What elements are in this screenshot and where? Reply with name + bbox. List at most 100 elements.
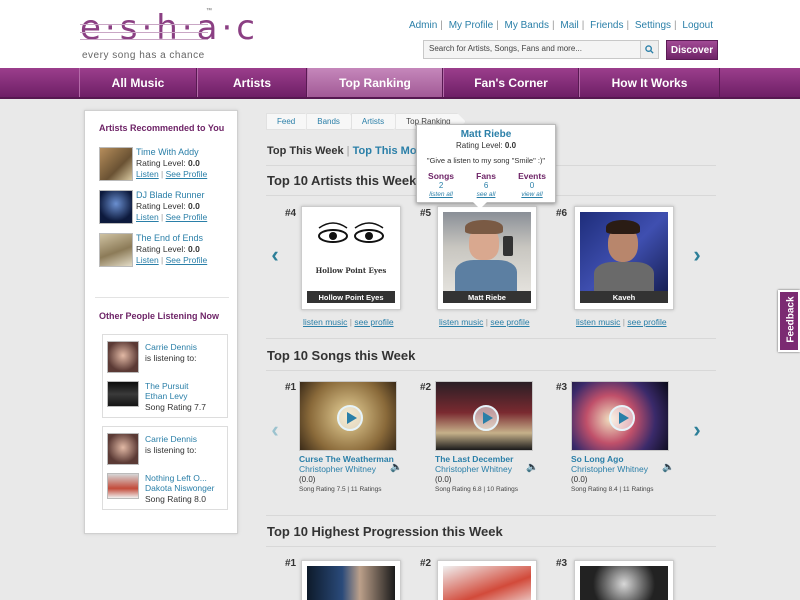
speaker-icon[interactable]: 🔈 bbox=[390, 462, 402, 473]
song-artist[interactable]: Ethan Levy bbox=[145, 391, 188, 401]
artist-name[interactable]: Time With Addy bbox=[136, 147, 199, 157]
tab-top-ranking[interactable]: Top Ranking bbox=[307, 68, 443, 97]
listen-link[interactable]: Listen bbox=[136, 169, 159, 179]
progression-rank: #2 bbox=[420, 558, 432, 569]
see-profile-link[interactable]: See Profile bbox=[166, 212, 208, 222]
prev-arrow-icon[interactable]: ‹ bbox=[266, 417, 284, 442]
song-title[interactable]: Nothing Left O... bbox=[145, 473, 207, 483]
breadcrumb-bands[interactable]: Bands bbox=[306, 113, 355, 130]
song-thumbnail[interactable] bbox=[107, 381, 139, 407]
song-thumbnail[interactable] bbox=[107, 473, 139, 499]
admin-link[interactable]: Admin bbox=[409, 20, 437, 31]
artist-image: Hollow Point Eyes bbox=[307, 212, 395, 300]
logout-link[interactable]: Logout bbox=[682, 20, 713, 31]
my-bands-link[interactable]: My Bands bbox=[505, 20, 549, 31]
listen-link[interactable]: Listen bbox=[136, 255, 159, 265]
listener-name[interactable]: Carrie Dennis bbox=[145, 342, 197, 352]
see-profile-link[interactable]: see profile bbox=[627, 317, 666, 327]
tab-how-it-works[interactable]: How It Works bbox=[579, 68, 720, 97]
tab-fans-corner[interactable]: Fan's Corner bbox=[443, 68, 579, 97]
listener-name[interactable]: Carrie Dennis bbox=[145, 434, 197, 444]
my-profile-link[interactable]: My Profile bbox=[449, 20, 493, 31]
progression-card[interactable] bbox=[301, 560, 401, 600]
song-artwork[interactable] bbox=[299, 381, 397, 451]
discover-button[interactable]: Discover bbox=[666, 40, 718, 60]
play-icon[interactable] bbox=[473, 405, 499, 431]
song-artist[interactable]: Christopher Whitney bbox=[299, 464, 376, 474]
artist-name[interactable]: DJ Blade Runner bbox=[136, 190, 205, 200]
song-artist[interactable]: Dakota Niswonger bbox=[145, 483, 214, 493]
artist-thumbnail[interactable] bbox=[99, 233, 133, 267]
avatar[interactable] bbox=[107, 341, 139, 373]
rating-level: Rating Level: 0.0 bbox=[136, 244, 200, 254]
see-profile-link[interactable]: see profile bbox=[490, 317, 529, 327]
see-all-link[interactable]: see all bbox=[476, 191, 496, 198]
tooltip-artist-name[interactable]: Matt Riebe bbox=[417, 129, 555, 140]
artist-card[interactable]: Matt Riebe bbox=[437, 206, 537, 310]
song-artwork[interactable] bbox=[435, 381, 533, 451]
recommended-title: Artists Recommended to You bbox=[99, 123, 225, 133]
progression-card[interactable] bbox=[437, 560, 537, 600]
artist-caption: Matt Riebe bbox=[443, 291, 531, 303]
view-all-link[interactable]: view all bbox=[518, 191, 546, 198]
song-rank: #3 bbox=[556, 382, 568, 393]
rating-level: Rating Level: 0.0 bbox=[136, 158, 200, 168]
recommended-artist: Time With Addy Rating Level: 0.0 Listen … bbox=[99, 147, 229, 185]
song-meta: Song Rating 7.5 | 11 Ratings bbox=[299, 486, 382, 493]
progression-card[interactable] bbox=[574, 560, 674, 600]
see-profile-link[interactable]: see profile bbox=[354, 317, 393, 327]
song-meta: Song Rating 8.4 | 11 Ratings bbox=[571, 486, 654, 493]
artist-thumbnail[interactable] bbox=[99, 147, 133, 181]
artist-card[interactable]: Hollow Point Eyes Hollow Point Eyes bbox=[301, 206, 401, 310]
see-profile-link[interactable]: See Profile bbox=[166, 169, 208, 179]
listen-music-link[interactable]: listen music bbox=[439, 317, 483, 327]
listen-all-link[interactable]: listen all bbox=[428, 191, 454, 198]
tagline: every song has a chance bbox=[82, 50, 205, 61]
artist-image bbox=[580, 566, 668, 600]
song-title[interactable]: Curse The Weatherman bbox=[299, 454, 394, 464]
listen-link[interactable]: Listen bbox=[136, 212, 159, 222]
play-icon[interactable] bbox=[609, 405, 635, 431]
mail-link[interactable]: Mail bbox=[560, 20, 578, 31]
speaker-icon[interactable]: 🔈 bbox=[526, 462, 538, 473]
logo[interactable]: e·s·h·a·c ™ every song has a chance bbox=[80, 8, 255, 64]
avatar[interactable] bbox=[107, 433, 139, 465]
band-logo-text: Hollow Point Eyes bbox=[315, 266, 387, 275]
breadcrumb-feed[interactable]: Feed bbox=[266, 113, 311, 130]
artist-image bbox=[443, 566, 531, 600]
listening-title: Other People Listening Now bbox=[99, 311, 220, 321]
artist-thumbnail[interactable] bbox=[99, 190, 133, 224]
top-week-link[interactable]: Top This Week bbox=[267, 145, 344, 157]
friends-link[interactable]: Friends bbox=[590, 20, 623, 31]
speaker-icon[interactable]: 🔈 bbox=[662, 462, 674, 473]
song-artist[interactable]: Christopher Whitney bbox=[435, 464, 512, 474]
rating-level: Rating Level: 0.0 bbox=[136, 201, 200, 211]
song-artwork[interactable] bbox=[571, 381, 669, 451]
song-score: (0.0) bbox=[435, 475, 452, 484]
listen-music-link[interactable]: listen music bbox=[576, 317, 620, 327]
main-nav: All Music Artists Top Ranking Fan's Corn… bbox=[0, 68, 800, 99]
song-title[interactable]: The Pursuit bbox=[145, 381, 188, 391]
artist-name[interactable]: The End of Ends bbox=[136, 233, 203, 243]
prev-arrow-icon[interactable]: ‹ bbox=[266, 242, 284, 267]
tab-artists[interactable]: Artists bbox=[197, 68, 307, 97]
breadcrumb-artists[interactable]: Artists bbox=[350, 113, 400, 130]
song-title[interactable]: So Long Ago bbox=[571, 454, 624, 464]
divider bbox=[266, 515, 716, 516]
settings-link[interactable]: Settings bbox=[635, 20, 671, 31]
divider bbox=[95, 297, 229, 298]
song-artist[interactable]: Christopher Whitney bbox=[571, 464, 648, 474]
next-arrow-icon[interactable]: › bbox=[688, 417, 706, 442]
feedback-tab[interactable]: Feedback bbox=[778, 290, 800, 352]
listen-music-link[interactable]: listen music bbox=[303, 317, 347, 327]
search-input[interactable]: Search for Artists, Songs, Fans and more… bbox=[423, 40, 659, 59]
next-arrow-icon[interactable]: › bbox=[688, 242, 706, 267]
song-title[interactable]: The Last December bbox=[435, 454, 513, 464]
trademark: ™ bbox=[206, 8, 212, 14]
artist-image bbox=[580, 212, 668, 300]
see-profile-link[interactable]: See Profile bbox=[166, 255, 208, 265]
search-icon[interactable] bbox=[640, 41, 658, 58]
play-icon[interactable] bbox=[337, 405, 363, 431]
artist-card[interactable]: Kaveh bbox=[574, 206, 674, 310]
tab-all-music[interactable]: All Music bbox=[79, 68, 197, 97]
